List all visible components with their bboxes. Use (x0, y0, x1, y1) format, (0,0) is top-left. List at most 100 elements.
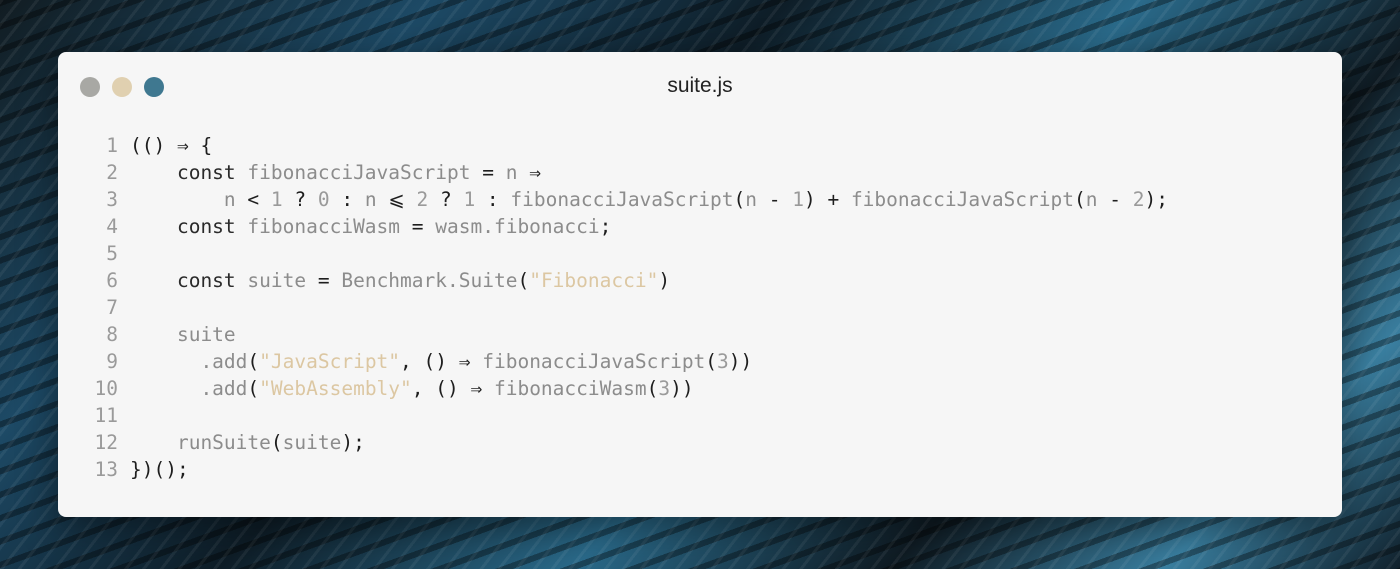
code-token: fibonacciJavaScript (482, 350, 706, 373)
code-line: 3 n < 1 ? 0 : n ⩽ 2 ? 1 : fibonacciJavaS… (58, 186, 1342, 213)
code-token: - (1097, 188, 1133, 211)
code-token: ( (733, 188, 746, 211)
code-token: n (1085, 188, 1098, 211)
code-line: 12 runSuite(suite); (58, 429, 1342, 456)
code-token: )) (670, 377, 694, 400)
code-line: 9 .add("JavaScript", () ⇒ fibonacciJavaS… (58, 348, 1342, 375)
code-line: 4 const fibonacciWasm = wasm.fibonacci; (58, 213, 1342, 240)
code-token: wasm.fibonacci (435, 215, 600, 238)
code-token: ( (247, 377, 260, 400)
code-token: suite (247, 269, 307, 292)
code-token: 3 (658, 377, 671, 400)
code-token: 0 (317, 188, 330, 211)
code-text: const suite = Benchmark.Suite("Fibonacci… (130, 267, 670, 294)
code-token: = (400, 215, 436, 238)
code-token: ); (341, 431, 365, 454)
code-line: 10 .add("WebAssembly", () ⇒ fibonacciWas… (58, 375, 1342, 402)
code-token: ⇒ (517, 161, 541, 184)
code-line: 6 const suite = Benchmark.Suite("Fibonac… (58, 267, 1342, 294)
line-number: 1 (106, 134, 118, 157)
code-window: suite.js 1(() ⇒ {2 const fibonacciJavaSc… (58, 52, 1342, 517)
code-token: ; (599, 215, 612, 238)
code-token: ) + (803, 188, 851, 211)
code-editor[interactable]: 1(() ⇒ {2 const fibonacciJavaScript = n … (58, 132, 1342, 483)
code-token: ); (1144, 188, 1168, 211)
code-text: suite (130, 321, 236, 348)
code-text: .add("JavaScript", () ⇒ fibonacciJavaScr… (130, 348, 752, 375)
code-token: ( (247, 350, 260, 373)
code-token: suite (282, 431, 342, 454)
code-token: : (329, 188, 365, 211)
code-token: - (756, 188, 793, 211)
code-token: < (235, 188, 271, 211)
code-token: n (505, 161, 518, 184)
code-token: suite (130, 323, 236, 346)
code-token: fibonacciWasm (493, 377, 647, 400)
line-number: 6 (106, 269, 118, 292)
line-number: 13 (94, 458, 118, 481)
code-token: (() ⇒ { (130, 134, 213, 157)
code-token: 2 (1132, 188, 1145, 211)
code-token: 1 (270, 188, 283, 211)
code-token: fibonacciWasm (247, 215, 401, 238)
code-token: })(); (130, 458, 189, 481)
code-token: 3 (717, 350, 729, 373)
code-token: ? (428, 188, 464, 211)
code-line: 2 const fibonacciJavaScript = n ⇒ (58, 159, 1342, 186)
line-number: 4 (106, 215, 118, 238)
code-token: n (223, 188, 236, 211)
code-line: 5 (58, 240, 1342, 267)
code-text: })(); (130, 456, 189, 483)
code-token: ( (517, 269, 530, 292)
code-token: n (745, 188, 757, 211)
code-token: fibonacciJavaScript (850, 188, 1074, 211)
line-number: 8 (106, 323, 118, 346)
code-text: runSuite(suite); (130, 429, 365, 456)
code-token: .add (130, 350, 248, 373)
line-number: 7 (106, 296, 118, 319)
code-text: const fibonacciJavaScript = n ⇒ (130, 159, 541, 186)
line-number: 12 (94, 431, 118, 454)
line-number: 2 (106, 161, 118, 184)
code-text: (() ⇒ { (130, 132, 212, 159)
code-line: 11 (58, 402, 1342, 429)
code-line: 7 (58, 294, 1342, 321)
code-token: ( (646, 377, 659, 400)
code-token: 1 (463, 188, 476, 211)
code-token: )) (728, 350, 753, 373)
window-title: suite.js (667, 74, 733, 97)
code-token: const (130, 215, 248, 238)
code-token: ) (658, 269, 671, 292)
code-token: = (306, 269, 342, 292)
code-token: const (130, 269, 248, 292)
code-text: .add("WebAssembly", () ⇒ fibonacciWasm(3… (130, 375, 694, 402)
window-titlebar[interactable]: suite.js (58, 52, 1342, 122)
line-number: 10 (94, 377, 118, 400)
line-number: 9 (106, 350, 118, 373)
code-line: 8 suite (58, 321, 1342, 348)
code-token: n (364, 188, 377, 211)
code-token: = (470, 161, 506, 184)
code-line: 13 })(); (58, 456, 1342, 483)
code-token: , () ⇒ (411, 377, 494, 400)
code-token: : (475, 188, 511, 211)
code-token: Benchmark.Suite (341, 269, 518, 292)
line-number: 3 (106, 188, 118, 211)
code-token: ? (282, 188, 318, 211)
code-token: .add (130, 377, 248, 400)
code-token: , () ⇒ (400, 350, 483, 373)
code-token: fibonacciJavaScript (510, 188, 734, 211)
code-token: ( (270, 431, 283, 454)
code-token: fibonacciJavaScript (247, 161, 471, 184)
code-token: runSuite (130, 431, 271, 454)
code-text: n < 1 ? 0 : n ⩽ 2 ? 1 : fibonacciJavaScr… (130, 186, 1168, 213)
code-token: "Fibonacci" (529, 269, 659, 292)
code-token: 2 (416, 188, 429, 211)
code-token: ( (1074, 188, 1086, 211)
code-token: 1 (792, 188, 804, 211)
line-number: 5 (106, 242, 118, 265)
code-token: ( (705, 350, 718, 373)
code-token: ⩽ (376, 188, 417, 211)
code-token: "JavaScript" (259, 350, 401, 373)
